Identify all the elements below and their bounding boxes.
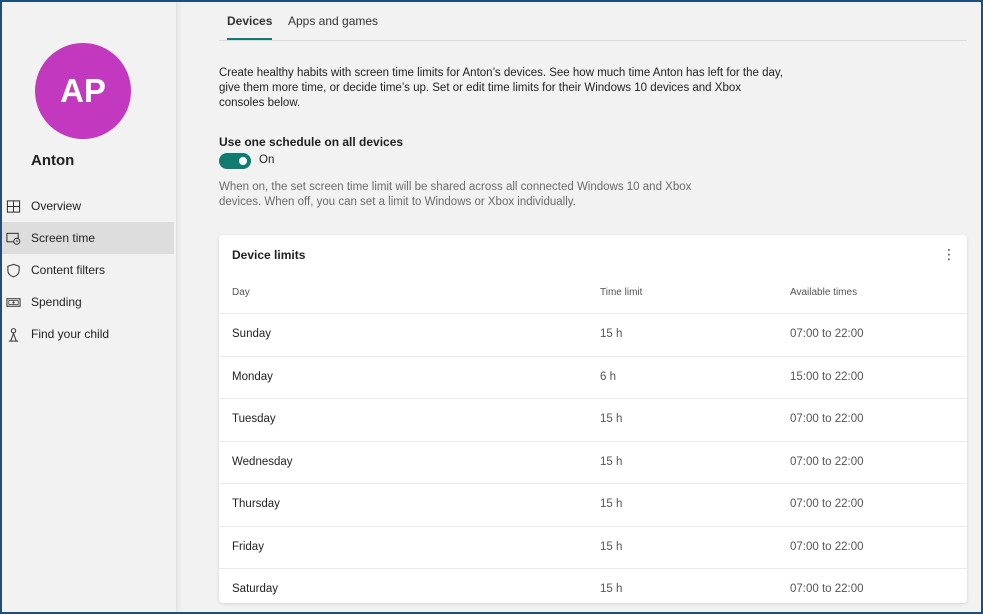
table-row[interactable]: Saturday 15 h 07:00 to 22:00: [219, 568, 967, 611]
time-limit-cell: 15 h: [600, 455, 623, 468]
day-cell: Sunday: [232, 328, 272, 340]
available-times-cell: 15:00 to 22:00: [790, 370, 864, 383]
sidebar-item-find-your-child[interactable]: Find your child: [2, 318, 174, 350]
time-limit-cell: 15 h: [600, 498, 623, 510]
day-cell: Friday: [232, 540, 264, 553]
table-row[interactable]: Sunday 15 h 07:00 to 22:00: [219, 313, 967, 356]
avatar: AP: [35, 43, 131, 139]
table-row[interactable]: Wednesday 15 h 07:00 to 22:00: [219, 440, 967, 484]
table-row[interactable]: Thursday 15 h 07:00 to 22:00: [219, 483, 967, 526]
sidebar-item-label: Find your child: [31, 327, 110, 341]
day-cell: Thursday: [232, 498, 280, 510]
day-cell: Saturday: [232, 583, 279, 595]
sidebar-item-spending[interactable]: Spending: [2, 286, 174, 318]
table-body: Sunday 15 h 07:00 to 22:00 Monday 6 h 15…: [219, 313, 967, 611]
child-name: Anton: [31, 152, 75, 169]
day-cell: Monday: [232, 370, 273, 383]
sidebar-item-screen-time[interactable]: Screen time: [2, 222, 174, 254]
sidebar: AP Anton Overview Screen time Content fi…: [2, 2, 177, 612]
tab-apps-and-games[interactable]: Apps and games: [288, 14, 378, 38]
toggle-knob: [239, 157, 247, 165]
card-title: Device limits: [232, 248, 306, 262]
available-times-cell: 07:00 to 22:00: [790, 583, 864, 595]
time-limit-cell: 15 h: [600, 328, 623, 340]
screen-clock-icon: [5, 230, 21, 246]
one-schedule-toggle[interactable]: [219, 153, 251, 169]
available-times-cell: 07:00 to 22:00: [790, 540, 864, 553]
column-header-day: Day: [232, 287, 250, 298]
day-cell: Wednesday: [232, 455, 293, 468]
column-header-available-times: Available times: [790, 287, 858, 298]
money-icon: [5, 294, 21, 310]
person-location-icon: [5, 326, 21, 342]
sidebar-item-label: Screen time: [31, 231, 96, 245]
more-options-icon[interactable]: ⋮: [941, 245, 957, 263]
table-header: Day Time limit Available times: [219, 287, 967, 313]
app-window: AP Anton Overview Screen time Content fi…: [0, 0, 983, 614]
table-row[interactable]: Tuesday 15 h 07:00 to 22:00: [219, 398, 967, 441]
table-row[interactable]: Monday 6 h 15:00 to 22:00: [219, 355, 967, 399]
time-limit-cell: 15 h: [600, 413, 623, 425]
sidebar-item-label: Overview: [31, 199, 82, 213]
device-limits-card: Device limits ⋮ Day Time limit Available…: [219, 235, 967, 603]
day-cell: Tuesday: [232, 413, 276, 425]
available-times-cell: 07:00 to 22:00: [790, 498, 864, 510]
column-header-time-limit: Time limit: [600, 287, 643, 298]
main-content: Devices Apps and games Create healthy ha…: [219, 2, 967, 612]
time-limit-cell: 15 h: [600, 540, 623, 553]
time-limit-cell: 15 h: [600, 583, 623, 595]
intro-text: Create healthy habits with screen time l…: [219, 67, 783, 109]
available-times-cell: 07:00 to 22:00: [790, 413, 864, 425]
table-row[interactable]: Friday 15 h 07:00 to 22:00: [219, 525, 967, 569]
sidebar-item-label: Content filters: [31, 263, 106, 277]
sidebar-item-content-filters[interactable]: Content filters: [2, 254, 174, 286]
available-times-cell: 07:00 to 22:00: [790, 455, 864, 468]
sidebar-item-overview[interactable]: Overview: [2, 190, 174, 222]
tab-bar: Devices Apps and games: [219, 2, 967, 41]
shield-icon: [5, 262, 21, 278]
sidebar-nav: Overview Screen time Content filters Spe…: [2, 190, 174, 350]
schedule-label: Use one schedule on all devices: [219, 135, 404, 149]
tab-devices[interactable]: Devices: [227, 14, 273, 40]
sidebar-item-label: Spending: [31, 295, 82, 309]
available-times-cell: 07:00 to 22:00: [790, 328, 864, 340]
schedule-helper-text: When on, the set screen time limit will …: [219, 181, 692, 208]
grid-icon: [5, 198, 21, 214]
time-limit-cell: 6 h: [600, 370, 616, 383]
toggle-state-label: On: [259, 154, 275, 166]
